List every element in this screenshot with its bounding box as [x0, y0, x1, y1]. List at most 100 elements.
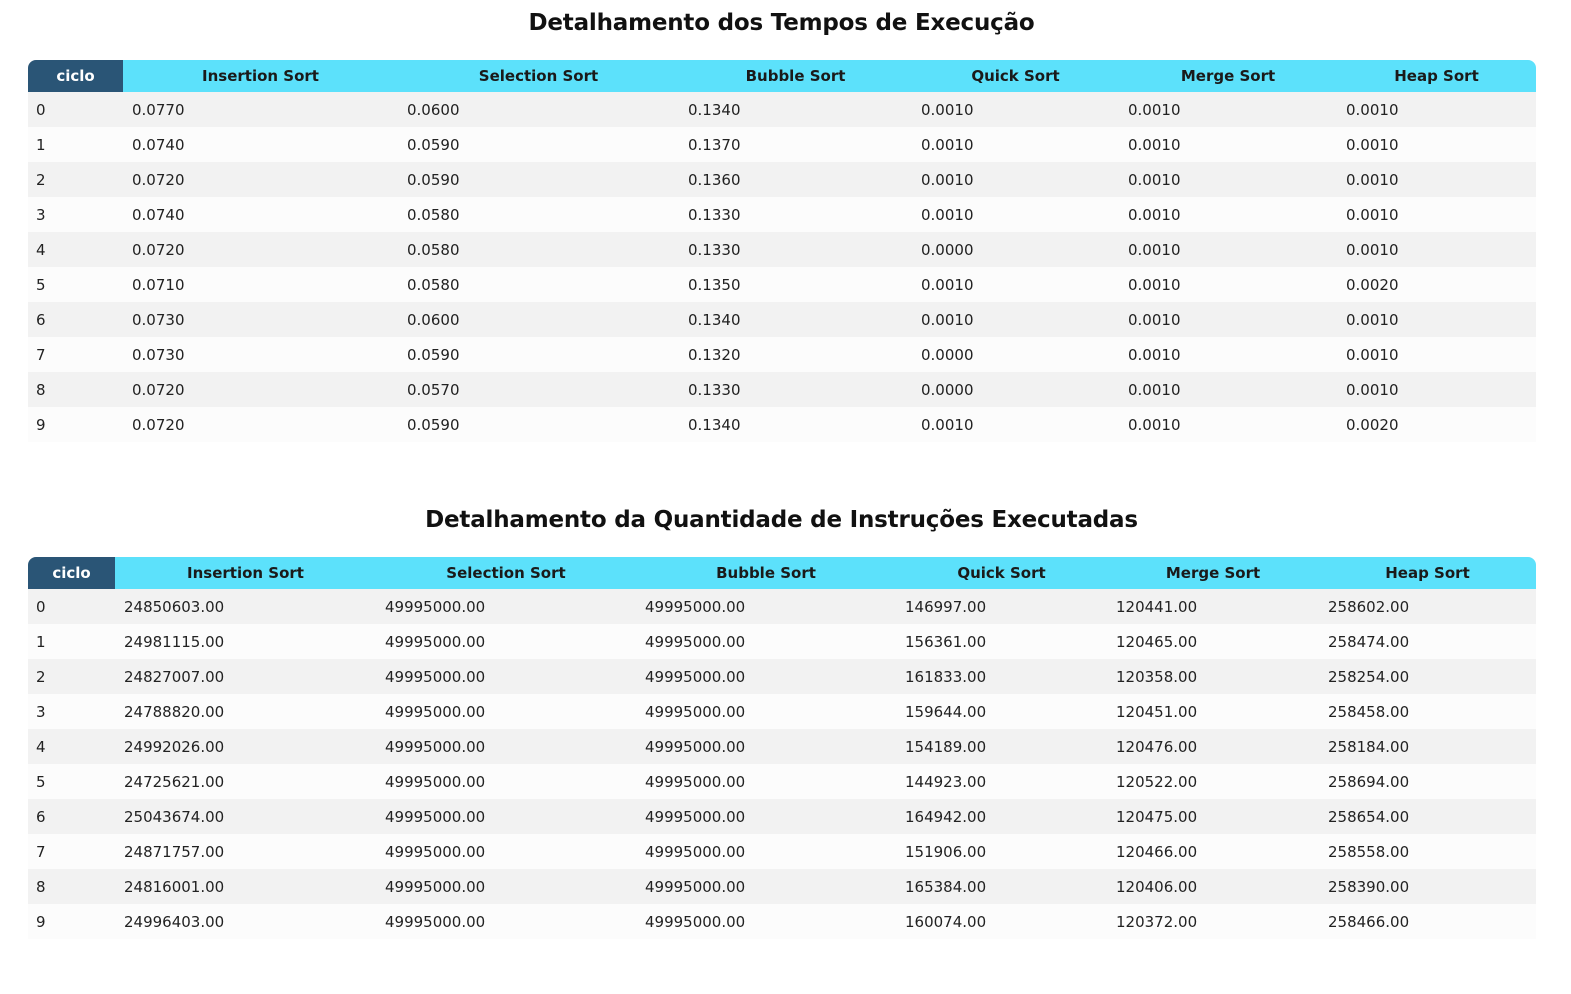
value-cell: 49995000.00 — [376, 869, 636, 904]
value-cell: 0.1340 — [679, 92, 912, 127]
value-cell: 0.0020 — [1337, 267, 1536, 302]
value-cell: 24992026.00 — [115, 729, 376, 764]
table-body: 0 0.0770 0.0600 0.1340 0.0010 0.0010 0.0010 1 0.… — [28, 92, 1536, 442]
ciclo-cell: 5 — [28, 267, 123, 302]
table-row: 3 24788820.00 49995000.00 49995000.00 159644… — [28, 694, 1536, 729]
value-cell: 0.1330 — [679, 372, 912, 407]
ciclo-cell: 1 — [28, 624, 115, 659]
ciclo-cell: 7 — [28, 337, 123, 372]
value-cell: 25043674.00 — [115, 799, 376, 834]
value-cell: 0.0770 — [123, 92, 398, 127]
column-header-selection-sort: Selection Sort — [398, 60, 679, 92]
value-cell: 0.0720 — [123, 162, 398, 197]
table-row: 4 24992026.00 49995000.00 49995000.00 154189… — [28, 729, 1536, 764]
value-cell: 49995000.00 — [636, 694, 896, 729]
value-cell: 24871757.00 — [115, 834, 376, 869]
ciclo-cell: 5 — [28, 764, 115, 799]
table-row: 7 0.0730 0.0590 0.1320 0.0000 0.0010 0.0010 — [28, 337, 1536, 372]
value-cell: 49995000.00 — [636, 659, 896, 694]
value-cell: 24996403.00 — [115, 904, 376, 939]
value-cell: 49995000.00 — [376, 904, 636, 939]
ciclo-cell: 4 — [28, 232, 123, 267]
value-cell: 0.0010 — [912, 302, 1119, 337]
value-cell: 0.0740 — [123, 197, 398, 232]
value-cell: 0.0730 — [123, 337, 398, 372]
value-cell: 0.0010 — [1337, 302, 1536, 337]
value-cell: 120451.00 — [1107, 694, 1319, 729]
table-row: 6 25043674.00 49995000.00 49995000.00 164942… — [28, 799, 1536, 834]
value-cell: 258254.00 — [1319, 659, 1536, 694]
table-row: 2 24827007.00 49995000.00 49995000.00 161833… — [28, 659, 1536, 694]
table-row: 8 0.0720 0.0570 0.1330 0.0000 0.0010 0.0010 — [28, 372, 1536, 407]
value-cell: 0.0000 — [912, 372, 1119, 407]
value-cell: 24816001.00 — [115, 869, 376, 904]
table-row: 5 0.0710 0.0580 0.1350 0.0010 0.0010 0.0020 — [28, 267, 1536, 302]
value-cell: 0.0010 — [912, 197, 1119, 232]
table-row: 1 24981115.00 49995000.00 49995000.00 156361… — [28, 624, 1536, 659]
value-cell: 0.0730 — [123, 302, 398, 337]
value-cell: 0.0590 — [398, 407, 679, 442]
value-cell: 258474.00 — [1319, 624, 1536, 659]
value-cell: 0.0720 — [123, 407, 398, 442]
table-body: 0 24850603.00 49995000.00 49995000.00 146997… — [28, 589, 1536, 939]
value-cell: 258466.00 — [1319, 904, 1536, 939]
column-header-ciclo: ciclo — [28, 557, 115, 589]
value-cell: 0.0010 — [1337, 232, 1536, 267]
table-row: 3 0.0740 0.0580 0.1330 0.0010 0.0010 0.0010 — [28, 197, 1536, 232]
ciclo-cell: 0 — [28, 92, 123, 127]
value-cell: 120475.00 — [1107, 799, 1319, 834]
value-cell: 0.0010 — [1337, 92, 1536, 127]
table-row: 6 0.0730 0.0600 0.1340 0.0010 0.0010 0.0010 — [28, 302, 1536, 337]
value-cell: 0.0010 — [912, 162, 1119, 197]
table-row: 4 0.0720 0.0580 0.1330 0.0000 0.0010 0.0010 — [28, 232, 1536, 267]
table-row: 0 24850603.00 49995000.00 49995000.00 146997… — [28, 589, 1536, 624]
value-cell: 49995000.00 — [376, 729, 636, 764]
value-cell: 0.1350 — [679, 267, 912, 302]
value-cell: 49995000.00 — [636, 764, 896, 799]
value-cell: 165384.00 — [896, 869, 1107, 904]
value-cell: 0.0010 — [1337, 337, 1536, 372]
column-header-insertion-sort: Insertion Sort — [123, 60, 398, 92]
value-cell: 0.0600 — [398, 302, 679, 337]
value-cell: 24725621.00 — [115, 764, 376, 799]
column-header-bubble-sort: Bubble Sort — [636, 557, 896, 589]
value-cell: 0.0580 — [398, 267, 679, 302]
value-cell: 258390.00 — [1319, 869, 1536, 904]
value-cell: 120465.00 — [1107, 624, 1319, 659]
value-cell: 160074.00 — [896, 904, 1107, 939]
ciclo-cell: 9 — [28, 407, 123, 442]
column-header-selection-sort: Selection Sort — [376, 557, 636, 589]
value-cell: 0.0010 — [1119, 92, 1337, 127]
value-cell: 120372.00 — [1107, 904, 1319, 939]
value-cell: 156361.00 — [896, 624, 1107, 659]
value-cell: 0.0580 — [398, 197, 679, 232]
value-cell: 24850603.00 — [115, 589, 376, 624]
value-cell: 120476.00 — [1107, 729, 1319, 764]
value-cell: 0.0590 — [398, 127, 679, 162]
value-cell: 258602.00 — [1319, 589, 1536, 624]
column-header-ciclo: ciclo — [28, 60, 123, 92]
value-cell: 0.0000 — [912, 337, 1119, 372]
column-header-merge-sort: Merge Sort — [1107, 557, 1319, 589]
value-cell: 0.0010 — [912, 127, 1119, 162]
table-row: 5 24725621.00 49995000.00 49995000.00 144923… — [28, 764, 1536, 799]
value-cell: 0.1340 — [679, 407, 912, 442]
value-cell: 0.0570 — [398, 372, 679, 407]
value-cell: 144923.00 — [896, 764, 1107, 799]
value-cell: 49995000.00 — [636, 589, 896, 624]
column-header-quick-sort: Quick Sort — [912, 60, 1119, 92]
value-cell: 24827007.00 — [115, 659, 376, 694]
ciclo-cell: 2 — [28, 659, 115, 694]
value-cell: 0.0010 — [912, 267, 1119, 302]
value-cell: 0.0010 — [1119, 267, 1337, 302]
value-cell: 49995000.00 — [376, 694, 636, 729]
header-row: ciclo Insertion Sort Selection Sort Bubble … — [28, 60, 1536, 92]
value-cell: 0.0010 — [1119, 127, 1337, 162]
table-row: 1 0.0740 0.0590 0.1370 0.0010 0.0010 0.0010 — [28, 127, 1536, 162]
column-header-quick-sort: Quick Sort — [896, 557, 1107, 589]
value-cell: 0.0020 — [1337, 407, 1536, 442]
value-cell: 24981115.00 — [115, 624, 376, 659]
execution-times-table: ciclo Insertion Sort Selection Sort Bubble … — [28, 60, 1536, 442]
value-cell: 49995000.00 — [636, 624, 896, 659]
value-cell: 120358.00 — [1107, 659, 1319, 694]
